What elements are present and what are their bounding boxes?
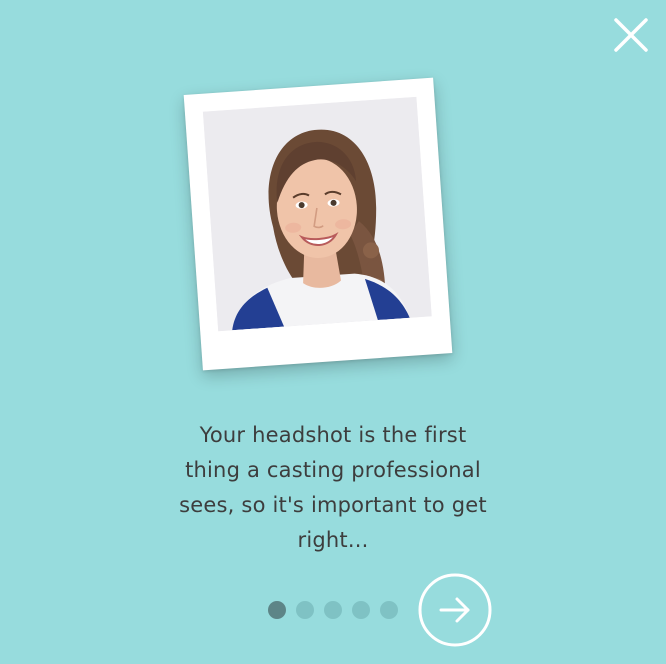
- pagination-dot-4[interactable]: [352, 601, 370, 619]
- pagination-dots: [268, 601, 398, 619]
- arrow-right-icon: [418, 573, 492, 647]
- pagination-dot-3[interactable]: [324, 601, 342, 619]
- onboarding-screen: Your headshot is the first thing a casti…: [0, 0, 666, 664]
- pagination-dot-5[interactable]: [380, 601, 398, 619]
- close-button[interactable]: [612, 16, 650, 54]
- next-button[interactable]: [418, 573, 492, 647]
- polaroid-frame: [183, 77, 453, 371]
- close-icon: [614, 18, 648, 52]
- headshot-photo: [202, 96, 432, 332]
- pagination-dot-1[interactable]: [268, 601, 286, 619]
- pagination-dot-2[interactable]: [296, 601, 314, 619]
- onboarding-caption: Your headshot is the first thing a casti…: [179, 423, 487, 552]
